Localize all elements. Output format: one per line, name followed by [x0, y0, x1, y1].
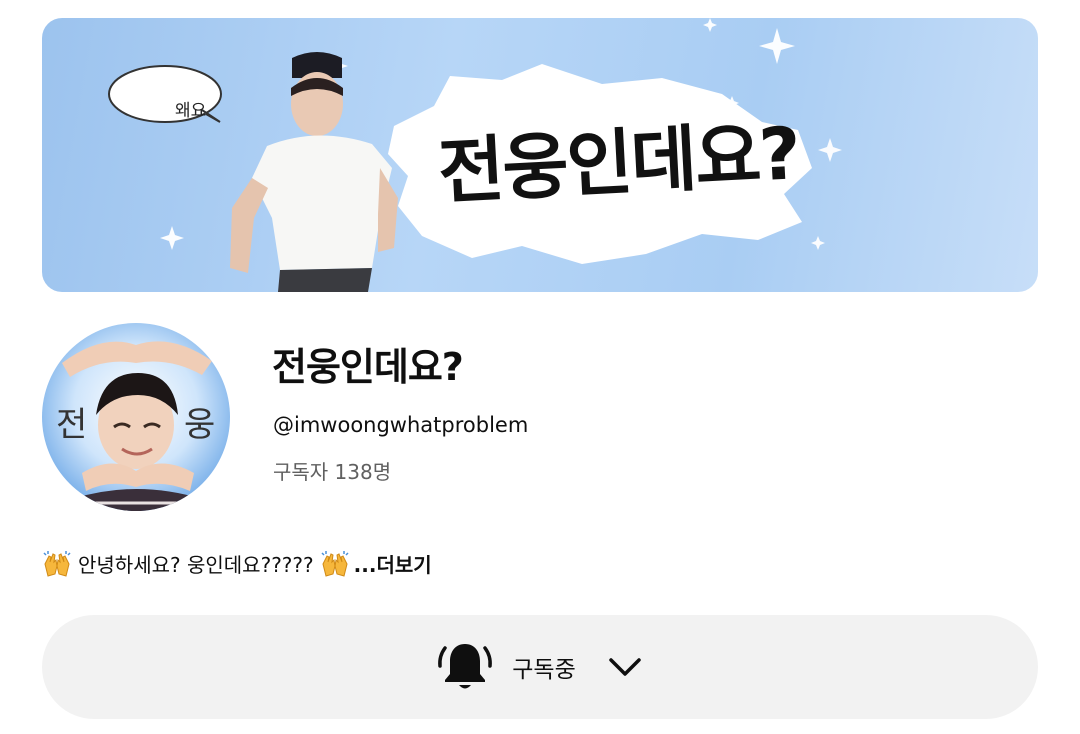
channel-description[interactable]: 안녕하세요? 웅인데요????? ...더보기 [42, 549, 432, 578]
channel-handle: @imwoongwhatproblem [273, 413, 529, 437]
description-text: 안녕하세요? 웅인데요????? [78, 553, 314, 577]
subscribed-button[interactable]: 구독중 [42, 615, 1038, 719]
channel-name: 전웅인데요? [272, 345, 464, 389]
subscribed-button-content: 구독중 [436, 638, 643, 696]
avatar-left-char: 전 [56, 405, 88, 445]
banner-title-text: 전웅인데요? [436, 111, 802, 214]
bell-icon [438, 644, 493, 689]
banner-speech-text: 왜요 [175, 101, 207, 121]
channel-banner: 왜요 전웅인데요? [42, 18, 1038, 292]
banner-person [230, 52, 398, 292]
avatar-right-char: 웅 [184, 405, 216, 445]
description-more-link[interactable]: ...더보기 [354, 549, 432, 578]
raised-hands-emoji-icon [321, 550, 349, 577]
subscriber-count: 구독자 138명 [273, 460, 392, 484]
subscribed-label: 구독중 [512, 657, 576, 683]
channel-header-page: 왜요 전웅인데요? 전 웅 전웅인데요? @imwoongwhatproblem… [0, 0, 1080, 734]
raised-hands-emoji-icon [43, 550, 71, 577]
channel-avatar[interactable]: 전 웅 [42, 323, 230, 511]
chevron-down-icon [608, 658, 641, 676]
